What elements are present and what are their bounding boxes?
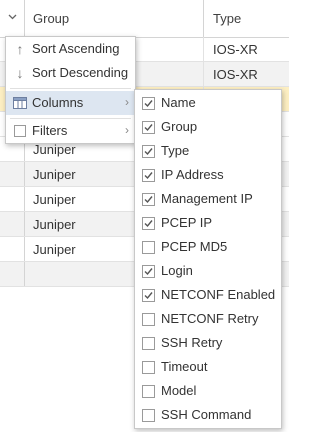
column-checkbox[interactable] xyxy=(142,361,155,374)
arrow-up-icon: ↑ xyxy=(16,41,24,57)
checkmark-icon xyxy=(144,268,153,276)
column-toggle-item[interactable]: Name xyxy=(135,91,281,115)
sort-descending-item[interactable]: ↓ Sort Descending xyxy=(6,61,135,85)
column-menu: ↑ Sort Ascending ↓ Sort Descending Colum… xyxy=(5,36,136,144)
row-selector[interactable] xyxy=(0,262,25,286)
columns-label: Columns xyxy=(32,95,84,110)
column-toggle-label: IP Address xyxy=(161,167,224,182)
sort-ascending-label: Sort Ascending xyxy=(32,41,120,56)
grid-header: Group Type xyxy=(0,0,289,38)
column-checkbox[interactable] xyxy=(142,337,155,350)
column-checkbox[interactable] xyxy=(142,313,155,326)
checkmark-icon xyxy=(144,172,153,180)
column-toggle-label: Login xyxy=(161,263,193,278)
column-toggle-item[interactable]: Login xyxy=(135,259,281,283)
cell-type: IOS-XR xyxy=(213,67,258,82)
columns-submenu: Name Group Type IP Address Management IP PCEP… xyxy=(134,89,282,429)
column-toggle-label: PCEP IP xyxy=(161,215,213,230)
column-checkbox[interactable] xyxy=(142,409,155,422)
column-toggle-item[interactable]: SSH Command xyxy=(135,403,281,427)
column-toggle-item[interactable]: SSH Retry xyxy=(135,331,281,355)
row-selector[interactable] xyxy=(0,212,25,236)
cell-group: Juniper xyxy=(33,167,76,182)
column-checkbox[interactable] xyxy=(142,145,155,158)
column-checkbox[interactable] xyxy=(142,289,155,302)
column-toggle-label: NETCONF Retry xyxy=(161,311,259,326)
column-toggle-item[interactable]: Type xyxy=(135,139,281,163)
chevron-right-icon: › xyxy=(125,123,129,137)
checkmark-icon xyxy=(144,100,153,108)
column-toggle-label: SSH Command xyxy=(161,407,252,422)
checkmark-icon xyxy=(144,292,153,300)
column-toggle-label: Model xyxy=(161,383,197,398)
checkmark-icon xyxy=(144,148,153,156)
column-toggle-item[interactable]: PCEP IP xyxy=(135,211,281,235)
menu-separator xyxy=(10,88,131,89)
arrow-down-icon: ↓ xyxy=(16,65,24,81)
column-toggle-label: Timeout xyxy=(161,359,208,374)
column-checkbox[interactable] xyxy=(142,217,155,230)
cell-group: Juniper xyxy=(33,192,76,207)
column-toggle-label: Type xyxy=(161,143,190,158)
column-header-type[interactable]: Type xyxy=(213,11,241,26)
column-toggle-item[interactable]: Management IP xyxy=(135,187,281,211)
column-checkbox[interactable] xyxy=(142,169,155,182)
column-checkbox[interactable] xyxy=(142,241,155,254)
column-toggle-item[interactable]: PCEP MD5 xyxy=(135,235,281,259)
column-toggle-label: Group xyxy=(161,119,198,134)
column-toggle-item[interactable]: Group xyxy=(135,115,281,139)
columns-icon xyxy=(13,95,27,111)
column-toggle-item[interactable]: IP Address xyxy=(135,163,281,187)
row-selector[interactable] xyxy=(0,237,25,261)
cell-divider xyxy=(203,37,204,61)
column-toggle-label: Management IP xyxy=(161,191,253,206)
checkmark-icon xyxy=(144,196,153,204)
filters-label: Filters xyxy=(32,123,68,138)
checkmark-icon xyxy=(144,220,153,228)
column-checkbox[interactable] xyxy=(142,265,155,278)
column-menu-trigger[interactable] xyxy=(0,0,25,37)
cell-type: IOS-XR xyxy=(213,42,258,57)
sort-ascending-item[interactable]: ↑ Sort Ascending xyxy=(6,37,135,61)
column-toggle-label: Name xyxy=(161,95,196,110)
column-toggle-item[interactable]: NETCONF Enabled xyxy=(135,283,281,307)
cell-group: Juniper xyxy=(33,142,76,157)
chevron-down-icon xyxy=(8,14,17,20)
cell-group: Juniper xyxy=(33,242,76,257)
column-toggle-label: PCEP MD5 xyxy=(161,239,228,254)
row-selector[interactable] xyxy=(0,187,25,211)
checkmark-icon xyxy=(144,124,153,132)
filters-checkbox[interactable] xyxy=(13,123,27,139)
column-toggle-item[interactable]: Model xyxy=(135,379,281,403)
column-header-group[interactable]: Group xyxy=(33,11,69,26)
sort-descending-label: Sort Descending xyxy=(32,65,129,80)
cell-group: Juniper xyxy=(33,217,76,232)
column-checkbox[interactable] xyxy=(142,97,155,110)
column-toggle-item[interactable]: Timeout xyxy=(135,355,281,379)
row-selector[interactable] xyxy=(0,162,25,186)
column-toggle-item[interactable]: NETCONF Retry xyxy=(135,307,281,331)
cell-divider xyxy=(203,62,204,86)
columns-item[interactable]: Columns › xyxy=(6,91,135,115)
filters-item[interactable]: Filters › xyxy=(6,119,135,143)
chevron-right-icon: › xyxy=(125,95,129,109)
column-checkbox[interactable] xyxy=(142,385,155,398)
column-toggle-label: SSH Retry xyxy=(161,335,223,350)
column-checkbox[interactable] xyxy=(142,121,155,134)
column-checkbox[interactable] xyxy=(142,193,155,206)
column-toggle-label: NETCONF Enabled xyxy=(161,287,276,302)
column-divider[interactable] xyxy=(203,0,204,37)
